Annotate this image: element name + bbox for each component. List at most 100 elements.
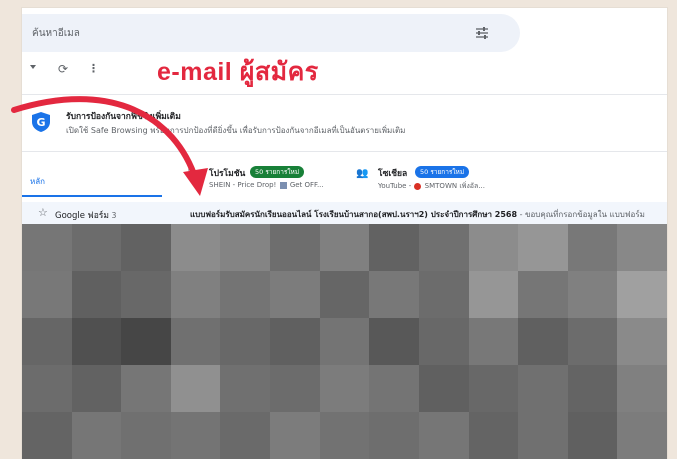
pixelated-block xyxy=(220,365,271,412)
pixelated-block xyxy=(220,224,271,271)
email-sender: Google ฟอร์ม 3 xyxy=(55,211,117,221)
pixelated-block xyxy=(22,365,72,412)
pixelated-block xyxy=(22,224,72,271)
pixelated-block xyxy=(518,318,569,365)
notice-title: รับการป้องกันจากฟิชชิงเพิ่มเติม xyxy=(66,112,181,122)
pixelated-block xyxy=(468,224,519,271)
pixelated-block xyxy=(71,271,122,318)
new-count-badge: 50 รายการใหม่ xyxy=(415,166,470,178)
divider xyxy=(22,94,667,95)
pixelated-block xyxy=(270,365,321,412)
tab-promotions-preview: SHEIN - Price Drop! Get OFF... xyxy=(209,181,324,189)
pixelated-block xyxy=(567,318,618,365)
pixelated-block xyxy=(518,224,569,271)
pixelated-block xyxy=(617,365,667,412)
svg-text:G: G xyxy=(36,116,45,129)
pixelated-block xyxy=(170,365,221,412)
pixelated-block xyxy=(617,318,667,365)
pixelated-block xyxy=(418,271,469,318)
star-icon[interactable]: ☆ xyxy=(38,206,48,219)
pixelated-block xyxy=(369,224,420,271)
more-vert-icon[interactable]: ⋮ xyxy=(88,62,99,75)
pixelated-block xyxy=(369,271,420,318)
pixelated-block xyxy=(71,318,122,365)
pixelated-block xyxy=(121,318,172,365)
pixelated-block xyxy=(270,412,321,459)
pixelated-block xyxy=(319,224,370,271)
pixelated-block xyxy=(170,318,221,365)
refresh-icon[interactable]: ⟳ xyxy=(58,62,68,76)
tab-social[interactable]: 👥 โซเชียล 50 รายการใหม่ YouTube - SMTOWN… xyxy=(356,163,526,195)
pixelated-block xyxy=(121,365,172,412)
pixelated-block xyxy=(567,224,618,271)
mail-toolbar: ⟳ ⋮ xyxy=(22,62,142,82)
pixelated-block xyxy=(270,224,321,271)
email-subject: แบบฟอร์มรับสมัครนักเรียนออนไลน์ โรงเรียน… xyxy=(190,210,645,219)
pixelated-block xyxy=(617,412,667,459)
pixelated-block xyxy=(468,271,519,318)
pixelated-block xyxy=(567,412,618,459)
pixelated-block xyxy=(518,365,569,412)
tab-social-label: โซเชียล xyxy=(378,169,408,179)
pixelated-block xyxy=(170,271,221,318)
pixelated-block xyxy=(220,318,271,365)
pixelated-block xyxy=(319,318,370,365)
tab-primary[interactable]: หลัก xyxy=(22,161,162,197)
pixelated-block xyxy=(170,412,221,459)
pixelated-block xyxy=(369,412,420,459)
pixelated-block xyxy=(617,224,667,271)
pixelated-block xyxy=(121,412,172,459)
tab-promotions-label: โปรโมชัน xyxy=(209,169,246,179)
pixelated-block xyxy=(270,271,321,318)
pixelated-block xyxy=(170,224,221,271)
pixelated-block xyxy=(22,318,72,365)
people-icon: 👥 xyxy=(356,168,369,179)
email-row[interactable]: ☆ Google ฟอร์ม 3 แบบฟอร์มรับสมัครนักเรีย… xyxy=(22,202,667,224)
pixelated-block xyxy=(369,318,420,365)
pixelated-block xyxy=(319,271,370,318)
gmail-window: ค้นหาอีเมล ⟳ ⋮ G รับการป้องกันจากฟิชชิงเ… xyxy=(22,8,667,459)
pixelated-block xyxy=(319,365,370,412)
pixelated-block xyxy=(418,224,469,271)
chevron-down-icon[interactable] xyxy=(30,65,36,69)
pixelated-block xyxy=(22,271,72,318)
pixelated-block xyxy=(418,318,469,365)
pixelated-block xyxy=(319,412,370,459)
shopping-bag-icon xyxy=(279,181,287,189)
pixelated-block xyxy=(220,412,271,459)
divider xyxy=(22,151,667,152)
pixelated-block xyxy=(369,365,420,412)
search-input[interactable]: ค้นหาอีเมล xyxy=(32,26,80,41)
notice-body[interactable]: เปิดใช้ Safe Browsing พร้อมการปกป้องที่ด… xyxy=(66,124,405,137)
pixelated-block xyxy=(468,365,519,412)
google-shield-icon: G xyxy=(32,112,50,132)
new-count-badge: 50 รายการใหม่ xyxy=(250,166,305,178)
pixelated-block xyxy=(567,271,618,318)
tab-primary-label: หลัก xyxy=(30,177,46,186)
pixelated-block xyxy=(617,271,667,318)
search-bar[interactable]: ค้นหาอีเมล xyxy=(22,14,520,52)
pixelated-block xyxy=(22,412,72,459)
pixelated-block xyxy=(468,412,519,459)
pixelated-block xyxy=(121,224,172,271)
pixelated-block xyxy=(418,365,469,412)
pixelated-block xyxy=(518,271,569,318)
tag-icon: 🏷 xyxy=(187,168,200,179)
tab-promotions[interactable]: 🏷 โปรโมชัน 50 รายการใหม่ SHEIN - Price D… xyxy=(187,163,357,195)
pixelated-block xyxy=(121,271,172,318)
pixelated-block xyxy=(71,224,122,271)
pixelated-block xyxy=(220,271,271,318)
pixelated-block xyxy=(71,412,122,459)
pixelated-block xyxy=(270,318,321,365)
pixelated-email-list xyxy=(22,224,667,459)
tab-social-preview: YouTube - SMTOWN เพิ่งอัล... xyxy=(378,182,485,190)
overlay-annotation-title: e-mail ผู้สมัคร xyxy=(157,58,319,86)
tune-icon[interactable] xyxy=(474,25,490,41)
tab-active-indicator xyxy=(22,195,162,197)
pixelated-block xyxy=(468,318,519,365)
pixelated-block xyxy=(71,365,122,412)
pixelated-block xyxy=(418,412,469,459)
pixelated-block xyxy=(567,365,618,412)
pixelated-block xyxy=(518,412,569,459)
red-circle-icon xyxy=(414,182,422,190)
